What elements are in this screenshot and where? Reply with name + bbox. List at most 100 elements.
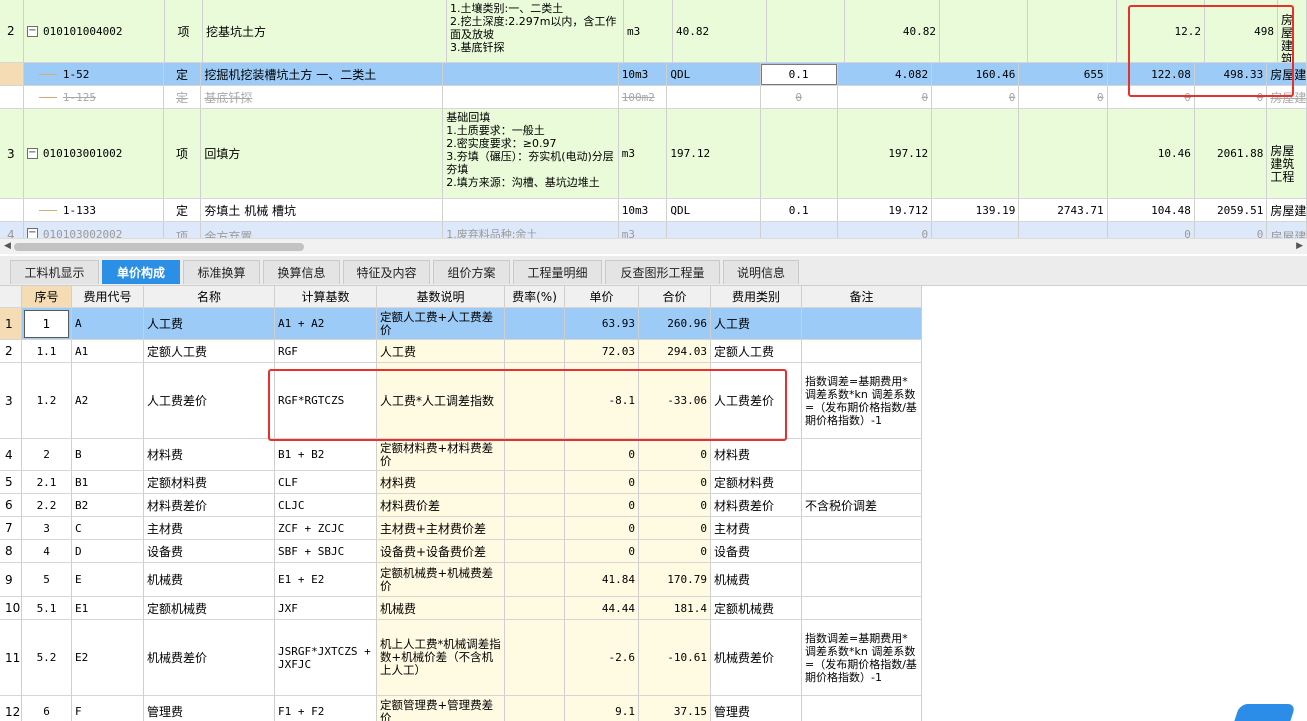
tab-reverse-graphic-quantity[interactable]: 反查图形工程量 (605, 260, 720, 284)
cost2-cell (1019, 222, 1108, 238)
cost1-cell (940, 0, 1028, 62)
feature-cell: 基础回填 1.土质要求：一般土 2.密实度要求：≥0.97 3.夯填（碾压）：夯… (443, 109, 619, 198)
tab-labor-material-machine[interactable]: 工料机显示 (10, 260, 99, 284)
scrollbar-thumb[interactable] (14, 243, 304, 251)
collapse-icon[interactable]: − (26, 148, 38, 159)
cost1-cell: 160.46 (932, 63, 1020, 85)
type-cell: 项 (165, 0, 203, 62)
qty-cell (767, 0, 845, 62)
bill-items-grid: 2 −010101004002 项 挖基坑土方 1.土壤类别:一、二类土 2.挖… (0, 0, 1307, 238)
column-header-category[interactable]: 费用类别 (711, 286, 802, 307)
table-row[interactable]: 7 3 C 主材费 ZCF + ZCJC 主材费+主材费价差 0 0 主材费 (0, 517, 922, 540)
total-cell: 498 (1205, 0, 1278, 62)
total-cell: 0 (1195, 86, 1268, 108)
cost1-cell (932, 222, 1020, 238)
item-code-cell[interactable]: −010101004002 (24, 0, 165, 62)
table-row[interactable]: 3 −010103001002 项 回填方 基础回填 1.土质要求：一般土 2.… (0, 109, 1307, 199)
unit-cell: m3 (619, 222, 668, 238)
table-row[interactable]: 10 5.1 E1 定额机械费 JXF 机械费 44.44 181.4 定额机械… (0, 597, 922, 620)
tab-features-content[interactable]: 特征及内容 (343, 260, 430, 284)
table-row[interactable]: 2 1.1 A1 定额人工费 RGF 人工费 72.03 294.03 定额人工… (0, 340, 922, 363)
row-number (0, 199, 24, 221)
seq-cell-editor[interactable]: 1 (24, 309, 69, 338)
name-cell: 挖基坑土方 (203, 0, 447, 62)
qty2-cell: 0 (838, 86, 933, 108)
cost2-cell (1028, 0, 1117, 62)
qty-cell[interactable]: 0.1 (760, 63, 838, 85)
qty-cell (761, 109, 838, 198)
qty2-cell: 4.082 (838, 63, 933, 85)
horizontal-scrollbar[interactable]: ◀ ▶ (0, 238, 1307, 254)
column-header-note[interactable]: 备注 (802, 286, 922, 307)
tab-quantity-details[interactable]: 工程量明细 (513, 260, 602, 284)
cost2-cell: 0 (1019, 86, 1108, 108)
cost2-cell: 655 (1019, 63, 1108, 85)
column-header-code[interactable]: 费用代号 (72, 286, 144, 307)
expr-cell (667, 86, 761, 108)
expr-cell: 40.82 (673, 0, 767, 62)
category-cell: 房屋建筑工程 (1278, 0, 1307, 62)
table-row-selected[interactable]: 1 1 A 人工费 A1 + A2 定额人工费+人工费差价 63.93 260.… (0, 308, 922, 340)
scroll-right-icon[interactable]: ▶ (1296, 241, 1303, 251)
unit-price-cell: 0 (1108, 222, 1195, 238)
category-cell: 房屋建 (1267, 86, 1307, 108)
table-row[interactable]: 2 −010101004002 项 挖基坑土方 1.土壤类别:一、二类土 2.挖… (0, 0, 1307, 63)
name-cell: 回填方 (201, 109, 444, 198)
table-header-row: 序号 费用代号 名称 计算基数 基数说明 费率(%) 单价 合价 费用类别 备注 (0, 286, 922, 308)
table-row[interactable]: 1-133 定 夯填土 机械 槽坑 10m3 QDL 0.1 19.712 13… (0, 199, 1307, 222)
qty-input[interactable]: 0.1 (760, 63, 837, 85)
table-row[interactable]: 5 2.1 B1 定额材料费 CLF 材料费 0 0 定额材料费 (0, 471, 922, 494)
qty2-cell: 40.82 (845, 0, 940, 62)
feature-cell (443, 199, 619, 221)
column-header-total[interactable]: 合价 (639, 286, 711, 307)
column-header-name[interactable]: 名称 (144, 286, 275, 307)
cost1-cell: 0 (932, 86, 1020, 108)
qty-cell: 0 (761, 86, 838, 108)
name-cell: 基底钎探 (201, 86, 444, 108)
table-row[interactable]: 4 −010103002002 项 余方弃置 1.废弃料品种:余土 m3 0 0… (0, 222, 1307, 238)
column-header-rate[interactable]: 费率(%) (505, 286, 565, 307)
item-code-cell[interactable]: −010103001002 (24, 109, 164, 198)
table-row[interactable]: 12 6 F 管理费 F1 + F2 定额管理费+管理费差价 9.1 37.15… (0, 696, 922, 721)
table-row[interactable]: 4 2 B 材料费 B1 + B2 定额材料费+材料费差价 0 0 材料费 (0, 439, 922, 471)
item-code-cell[interactable]: 1-125 (24, 86, 164, 108)
tab-standard-conversion[interactable]: 标准换算 (183, 260, 260, 284)
tab-pricing-scheme[interactable]: 组价方案 (433, 260, 510, 284)
table-row[interactable]: 3 1.2 A2 人工费差价 RGF*RGTCZS 人工费*人工调差指数 -8.… (0, 363, 922, 439)
expr-cell: QDL (667, 199, 761, 221)
column-header-unit-price[interactable]: 单价 (565, 286, 639, 307)
scroll-left-icon[interactable]: ◀ (4, 241, 11, 251)
total-cell: 2061.88 (1195, 109, 1268, 198)
row-number: 3 (0, 109, 24, 198)
table-row-disabled[interactable]: 1-125 定 基底钎探 100m2 0 0 0 0 0 0 房屋建 (0, 86, 1307, 109)
qty-cell: 0.1 (761, 199, 838, 221)
table-row[interactable]: 11 5.2 E2 机械费差价 JSRGF*JXTCZS + JXFJC 机上人… (0, 620, 922, 696)
table-row[interactable]: 9 5 E 机械费 E1 + E2 定额机械费+机械费差价 41.84 170.… (0, 563, 922, 597)
floating-app-icon[interactable] (1232, 704, 1296, 721)
unit-price-cell: 12.2 (1117, 0, 1205, 62)
column-header-base[interactable]: 计算基数 (275, 286, 377, 307)
item-code-cell[interactable]: 1-133 (24, 199, 164, 221)
unit-price-cell: 10.46 (1108, 109, 1195, 198)
column-header-seq[interactable]: 序号 (22, 286, 72, 307)
unit-price-cell: 104.48 (1108, 199, 1195, 221)
collapse-icon[interactable]: − (26, 228, 38, 238)
item-code-cell[interactable]: −010103002002 (24, 222, 164, 238)
name-cell: 夯填土 机械 槽坑 (201, 199, 444, 221)
table-row-selected[interactable]: 1-52 定 挖掘机挖装槽坑土方 一、二类土 10m3 QDL 0.1 4.08… (0, 63, 1307, 86)
table-row[interactable]: 6 2.2 B2 材料费差价 CLJC 材料费价差 0 0 材料费差价 不含税价… (0, 494, 922, 517)
unit-cell: 10m3 (619, 63, 668, 85)
tab-description-info[interactable]: 说明信息 (723, 260, 799, 284)
category-cell: 房屋建 (1267, 222, 1307, 238)
type-cell: 定 (164, 199, 202, 221)
cost1-cell (932, 109, 1020, 198)
collapse-icon[interactable]: − (27, 25, 38, 37)
category-cell: 房屋建 (1267, 63, 1307, 85)
tab-conversion-info[interactable]: 换算信息 (263, 260, 340, 284)
table-row[interactable]: 8 4 D 设备费 SBF + SBJC 设备费+设备费价差 0 0 设备费 (0, 540, 922, 563)
cost2-cell (1019, 109, 1108, 198)
column-header-base-desc[interactable]: 基数说明 (377, 286, 505, 307)
name-cell: 挖掘机挖装槽坑土方 一、二类土 (201, 63, 444, 85)
item-code-cell[interactable]: 1-52 (24, 63, 164, 85)
tab-unit-price-composition[interactable]: 单价构成 (102, 260, 180, 284)
